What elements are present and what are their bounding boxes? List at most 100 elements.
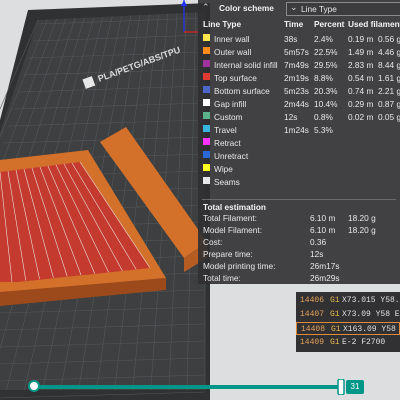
legend-swatch bbox=[203, 151, 210, 158]
legend-row[interactable]: Bottom surface 5m23s 20.3% 0.74 m 2.21 g bbox=[198, 85, 400, 98]
total-row: Total time: 26m29s bbox=[198, 273, 400, 284]
legend-row-time: 5m57s bbox=[284, 47, 309, 57]
legend-swatch bbox=[203, 73, 210, 80]
layer-slider-start-knob[interactable] bbox=[28, 380, 40, 392]
layer-number-badge: 31 bbox=[346, 380, 364, 394]
legend-row-percent: 0.8% bbox=[314, 112, 333, 122]
total-value: 6.10 m bbox=[310, 213, 336, 223]
legend-row-time: 7m49s bbox=[284, 60, 309, 70]
gcode-line-number: 14409 bbox=[300, 338, 325, 347]
legend-swatch bbox=[203, 125, 210, 132]
total-value: 6.10 m bbox=[310, 225, 336, 235]
layer-slider-handle-icon[interactable] bbox=[336, 379, 346, 395]
layer-slider-track[interactable] bbox=[34, 385, 340, 389]
legend-row-name: Gap infill bbox=[214, 99, 247, 109]
legend-row-time: 5m23s bbox=[284, 86, 309, 96]
legend-row-length: 0.29 m bbox=[348, 99, 374, 109]
legend-row-percent: 20.3% bbox=[314, 86, 338, 96]
legend-swatch bbox=[203, 47, 210, 54]
legend-swatch bbox=[203, 86, 210, 93]
gcode-line: 14407 G1X73.09 Y58 E.00 bbox=[296, 308, 400, 321]
total-value: 26m29s bbox=[310, 273, 340, 283]
gcode-line-number: 14407 bbox=[300, 310, 325, 319]
legend-row-length: 0.02 m bbox=[348, 112, 374, 122]
legend-row[interactable]: Custom 12s 0.8% 0.02 m 0.05 g bbox=[198, 111, 400, 124]
column-used-filament: Used filament bbox=[348, 19, 400, 29]
layer-slider-fill bbox=[34, 385, 340, 389]
legend-panel: ⌃ Color scheme ⌄ Line Type Line Type Tim… bbox=[198, 0, 400, 284]
gcode-line-number: 14408 bbox=[301, 325, 326, 334]
legend-row[interactable]: Unretract bbox=[198, 150, 400, 163]
legend-row[interactable]: Internal solid infill 7m49s 29.5% 2.83 m 8.4… bbox=[198, 59, 400, 72]
legend-row-weight: 4.46 g bbox=[378, 47, 400, 57]
legend-row[interactable]: Wipe bbox=[198, 163, 400, 176]
total-label: Prepare time: bbox=[203, 249, 253, 259]
legend-swatch bbox=[203, 99, 210, 106]
total-value-secondary: 18.20 g bbox=[348, 213, 376, 223]
legend-row-name: Internal solid infill bbox=[214, 60, 278, 70]
total-value-secondary: 18.20 g bbox=[348, 225, 376, 235]
column-time: Time bbox=[284, 19, 304, 29]
legend-row[interactable]: Travel 1m24s 5.3% bbox=[198, 124, 400, 137]
total-row: Total Filament: 6.10 m 18.20 g bbox=[198, 213, 400, 225]
total-label: Model Filament: bbox=[203, 225, 263, 235]
legend-row-weight: 0.87 g bbox=[378, 99, 400, 109]
total-label: Total time: bbox=[203, 273, 241, 283]
legend-row-percent: 10.4% bbox=[314, 99, 338, 109]
legend-row-weight: 0.05 g bbox=[378, 112, 400, 122]
gcode-arguments: X73.015 Y58.01 bbox=[342, 296, 400, 305]
total-row: Prepare time: 12s bbox=[198, 249, 400, 261]
total-value: 0.36 bbox=[310, 237, 327, 247]
legend-column-headers: Line Type Time Percent Used filament bbox=[198, 19, 400, 31]
legend-swatch bbox=[203, 34, 210, 41]
gcode-arguments: X73.09 Y58 E.00 bbox=[342, 310, 400, 319]
color-scheme-value: Line Type bbox=[301, 4, 337, 14]
legend-row-name: Seams bbox=[214, 177, 240, 187]
legend-row-name: Inner wall bbox=[214, 34, 250, 44]
legend-row[interactable]: Seams bbox=[198, 176, 400, 189]
legend-swatch bbox=[203, 164, 210, 171]
gcode-command: G1 bbox=[331, 325, 341, 334]
legend-row-length: 0.74 m bbox=[348, 86, 374, 96]
legend-row-name: Outer wall bbox=[214, 47, 252, 57]
total-row: Model printing time: 26m17s bbox=[198, 261, 400, 273]
column-percent: Percent bbox=[314, 19, 345, 29]
legend-row-time: 38s bbox=[284, 34, 298, 44]
gcode-arguments: E-2 F2700 bbox=[342, 338, 386, 347]
gcode-line: 14409 G1 E-2 F2700 bbox=[296, 336, 400, 349]
legend-row[interactable]: Retract bbox=[198, 137, 400, 150]
legend-row-time: 1m24s bbox=[284, 125, 309, 135]
legend-title: Color scheme bbox=[219, 3, 274, 13]
legend-row-name: Retract bbox=[214, 138, 241, 148]
legend-row-length: 0.54 m bbox=[348, 73, 374, 83]
legend-row-name: Travel bbox=[214, 125, 237, 135]
legend-header: ⌃ Color scheme ⌄ Line Type bbox=[198, 0, 400, 17]
legend-swatch bbox=[203, 112, 210, 119]
legend-row[interactable]: Inner wall 38s 2.4% 0.19 m 0.56 g bbox=[198, 33, 400, 46]
total-label: Model printing time: bbox=[203, 261, 276, 271]
collapse-icon[interactable]: ⌃ bbox=[202, 2, 210, 13]
total-value: 26m17s bbox=[310, 261, 340, 271]
legend-row-length: 1.49 m bbox=[348, 47, 374, 57]
legend-row-time: 12s bbox=[284, 112, 298, 122]
color-scheme-select[interactable]: ⌄ Line Type bbox=[286, 2, 400, 16]
legend-row-weight: 8.44 g bbox=[378, 60, 400, 70]
total-row: Cost: 0.36 bbox=[198, 237, 400, 249]
column-line-type: Line Type bbox=[203, 19, 242, 29]
legend-row-weight: 0.56 g bbox=[378, 34, 400, 44]
legend-row-percent: 8.8% bbox=[314, 73, 333, 83]
legend-row-percent: 5.3% bbox=[314, 125, 333, 135]
legend-row-time: 2m44s bbox=[284, 99, 309, 109]
legend-swatch bbox=[203, 60, 210, 67]
legend-row-percent: 2.4% bbox=[314, 34, 333, 44]
gcode-viewer: 14406 G1 X73.015 Y58.01 14407G1X73.09 Y58 E… bbox=[296, 292, 400, 352]
total-row: Model Filament: 6.10 m 18.20 g bbox=[198, 225, 400, 237]
legend-row-length: 0.19 m bbox=[348, 34, 374, 44]
legend-row-percent: 22.5% bbox=[314, 47, 338, 57]
legend-row-name: Wipe bbox=[214, 164, 233, 174]
gcode-line-number: 14406 bbox=[300, 296, 325, 305]
legend-row[interactable]: Gap infill 2m44s 10.4% 0.29 m 0.87 g bbox=[198, 98, 400, 111]
legend-row[interactable]: Outer wall 5m57s 22.5% 1.49 m 4.46 g bbox=[198, 46, 400, 59]
legend-row-length: 2.83 m bbox=[348, 60, 374, 70]
legend-row[interactable]: Top surface 2m19s 8.8% 0.54 m 1.61 g bbox=[198, 72, 400, 85]
